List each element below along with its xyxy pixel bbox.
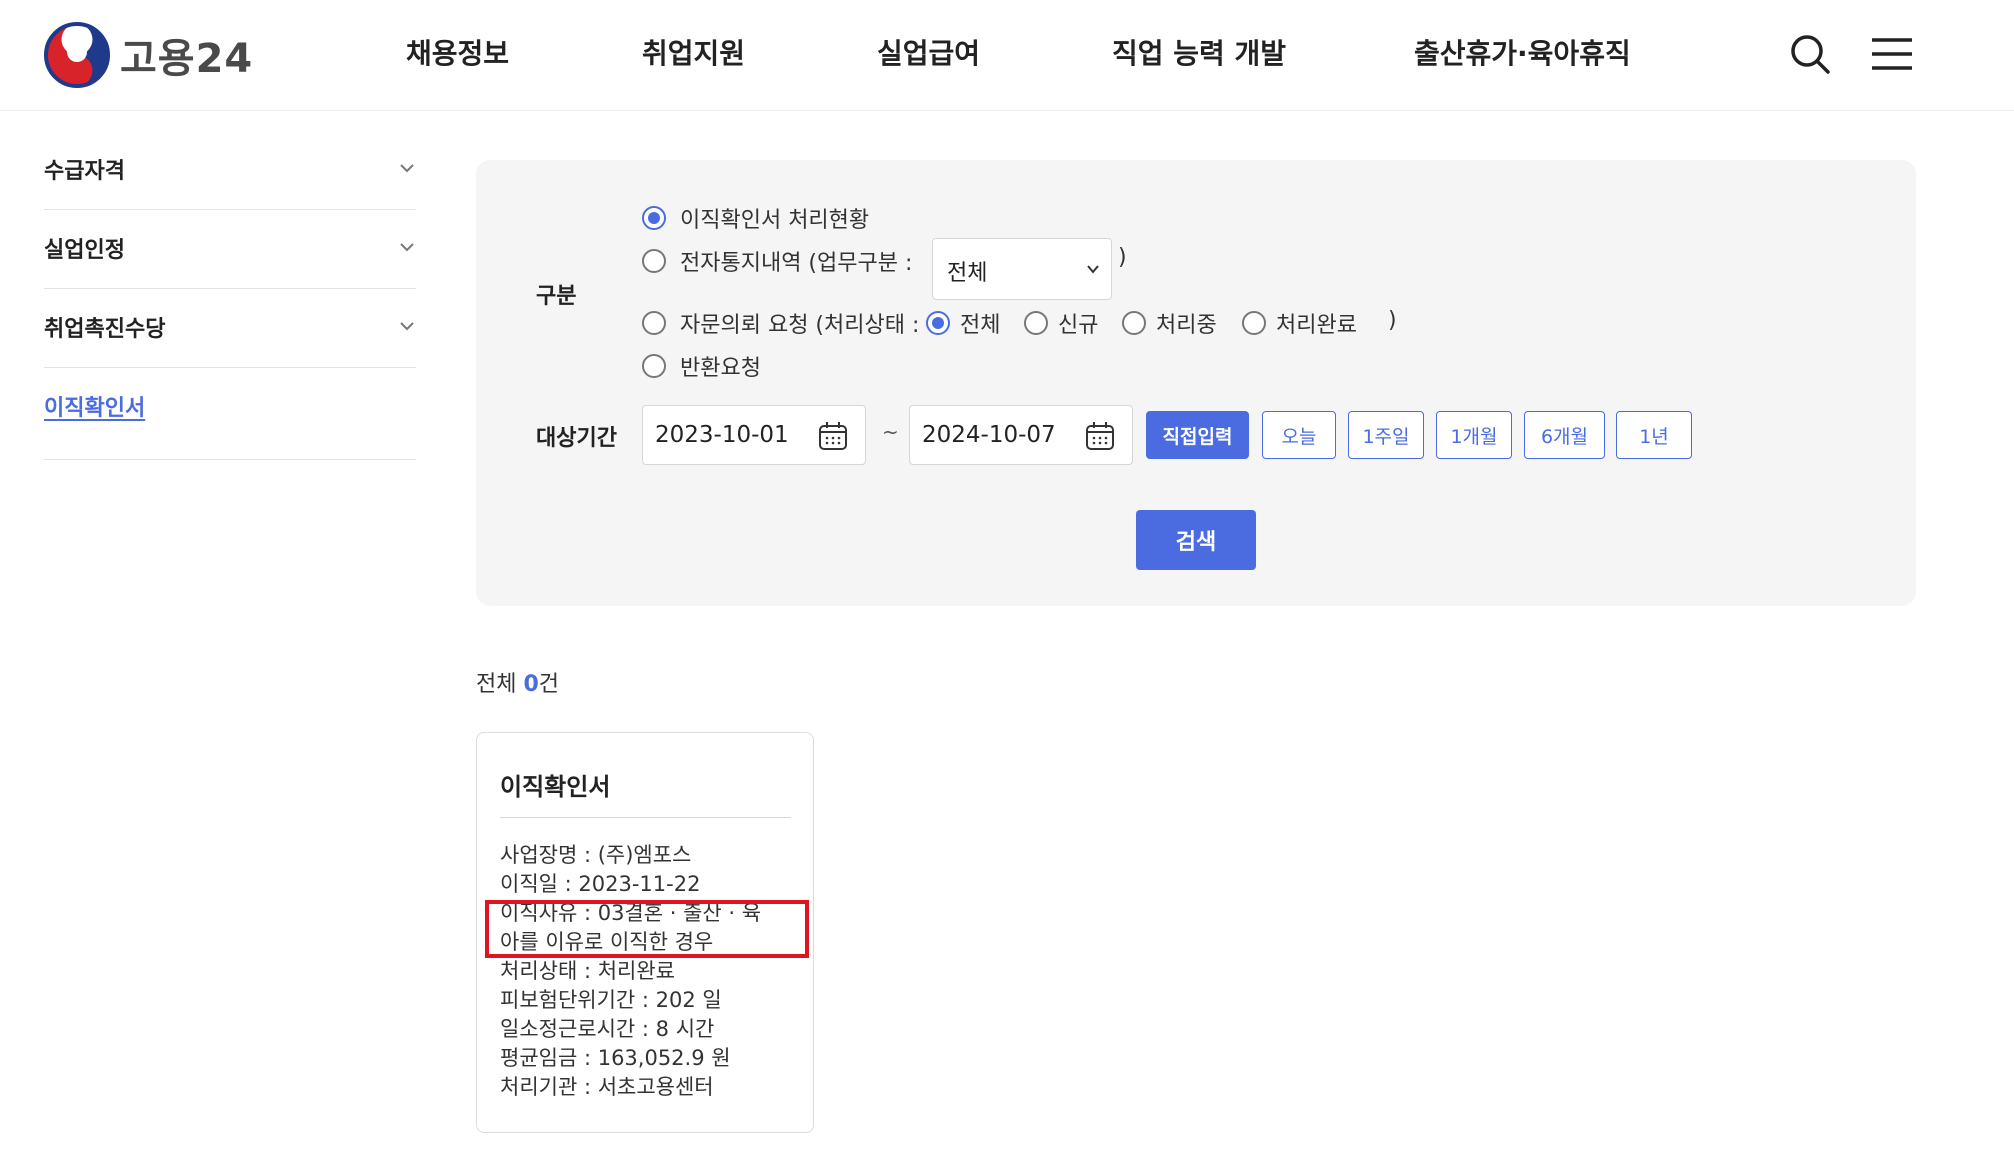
date-range-separator: ~ xyxy=(882,420,899,444)
card-title: 이직확인서 xyxy=(500,773,611,801)
sidebar-item-label: 수급자격 xyxy=(44,159,125,184)
radio-label: 처리완료 xyxy=(1276,313,1357,338)
period-button-6months[interactable]: 6개월 xyxy=(1524,411,1605,459)
nav-item-job-skills[interactable]: 직업 능력 개발 xyxy=(1112,32,1286,72)
card-line-average-wage: 평균임금 : 163,052.9 원 xyxy=(500,1046,731,1070)
status-radio-in-progress[interactable]: 처리중 xyxy=(1122,307,1217,339)
radio-button[interactable] xyxy=(642,249,666,273)
total-suffix: 건 xyxy=(538,672,560,697)
header: 고용24 채용정보 취업지원 실업급여 직업 능력 개발 출산휴가·육아휴직 xyxy=(0,0,2014,111)
logo[interactable]: 고용24 xyxy=(44,22,253,88)
chevron-down-icon xyxy=(400,243,414,252)
radio-button[interactable] xyxy=(642,311,666,335)
card-divider xyxy=(500,817,791,818)
search-button[interactable]: 검색 xyxy=(1136,510,1256,570)
radio-return-request[interactable]: 반환요청 xyxy=(642,350,761,382)
calendar-icon[interactable] xyxy=(817,420,849,452)
radio-notice-history[interactable]: 전자통지내역 (업무구분 : xyxy=(642,245,912,277)
government-emblem-icon xyxy=(44,22,110,88)
nav-item-jobs[interactable]: 채용정보 xyxy=(406,32,509,72)
card-line-processing-status: 처리상태 : 처리완료 xyxy=(500,959,675,983)
date-value: 2024-10-07 xyxy=(922,422,1056,448)
chevron-down-icon xyxy=(400,322,414,331)
period-button-1week[interactable]: 1주일 xyxy=(1348,411,1424,459)
nav-item-unemployment-benefits[interactable]: 실업급여 xyxy=(877,32,980,72)
total-count: 0 xyxy=(523,672,539,697)
radio-button[interactable] xyxy=(926,311,950,335)
sidebar-item-unemployment-recognition[interactable]: 실업인정 xyxy=(44,210,416,289)
radio-label: 신규 xyxy=(1058,313,1099,338)
end-date-input[interactable]: 2024-10-07 xyxy=(909,405,1133,465)
select-value: 전체 xyxy=(947,261,988,286)
radio-button[interactable] xyxy=(642,354,666,378)
logo-text: 고용24 xyxy=(120,36,254,82)
status-radio-completed[interactable]: 처리완료 xyxy=(1242,307,1357,339)
radio-button[interactable] xyxy=(642,206,666,230)
radio-advisory-request[interactable]: 자문의뢰 요청 (처리상태 : xyxy=(642,307,919,339)
start-date-input[interactable]: 2023-10-01 xyxy=(642,405,866,465)
sidebar-item-label: 실업인정 xyxy=(44,238,125,263)
sidebar-item-label: 이직확인서 xyxy=(44,396,146,421)
card-line-daily-work-hours: 일소정근로시간 : 8 시간 xyxy=(500,1017,715,1041)
period-button-1month[interactable]: 1개월 xyxy=(1436,411,1512,459)
sidebar-item-separation-certificate[interactable]: 이직확인서 xyxy=(44,368,416,460)
close-paren: ) xyxy=(1388,308,1397,333)
radio-label: 이직확인서 처리현황 xyxy=(680,208,870,233)
sidebar-item-eligibility[interactable]: 수급자격 xyxy=(44,131,416,210)
calendar-icon[interactable] xyxy=(1084,420,1116,452)
radio-label: 반환요청 xyxy=(680,356,761,381)
radio-button[interactable] xyxy=(1242,311,1266,335)
card-line-separation-date: 이직일 : 2023-11-22 xyxy=(500,872,701,896)
period-label: 대상기간 xyxy=(536,426,617,451)
radio-processing-status[interactable]: 이직확인서 처리현황 xyxy=(642,202,869,234)
radio-button[interactable] xyxy=(1024,311,1048,335)
card-line-processing-office: 처리기관 : 서초고용센터 xyxy=(500,1075,714,1099)
card-line-business-name: 사업장명 : (주)엠포스 xyxy=(500,843,692,867)
card-details: 사업장명 : (주)엠포스 이직일 : 2023-11-22 이직사유 : 03… xyxy=(500,841,800,1102)
total-count-label: 전체 0건 xyxy=(476,666,559,698)
nav-item-employment-support[interactable]: 취업지원 xyxy=(642,32,745,72)
radio-label: 전자통지내역 (업무구분 : xyxy=(680,251,913,276)
period-button-1year[interactable]: 1년 xyxy=(1616,411,1692,459)
card-line-insured-period: 피보험단위기간 : 202 일 xyxy=(500,988,722,1012)
period-button-today[interactable]: 오늘 xyxy=(1262,411,1336,459)
business-type-select[interactable]: 전체 xyxy=(932,238,1112,300)
status-radio-new[interactable]: 신규 xyxy=(1024,307,1098,339)
radio-button[interactable] xyxy=(1122,311,1146,335)
menu-icon[interactable] xyxy=(1870,32,1914,76)
nav-item-parental-leave[interactable]: 출산휴가·육아휴직 xyxy=(1414,32,1631,72)
sidebar-item-label: 취업촉진수당 xyxy=(44,317,166,342)
radio-label: 자문의뢰 요청 (처리상태 : xyxy=(680,313,920,338)
sidebar-item-employment-promotion[interactable]: 취업촉진수당 xyxy=(44,289,416,368)
search-icon[interactable] xyxy=(1788,32,1832,76)
total-prefix: 전체 xyxy=(476,672,524,697)
highlight-box xyxy=(485,900,809,958)
status-radio-all[interactable]: 전체 xyxy=(926,307,1000,339)
date-value: 2023-10-01 xyxy=(655,422,789,448)
radio-label: 처리중 xyxy=(1156,313,1217,338)
close-paren: ) xyxy=(1118,245,1127,270)
period-button-custom[interactable]: 직접입력 xyxy=(1146,411,1249,459)
category-label: 구분 xyxy=(536,284,577,309)
radio-label: 전체 xyxy=(960,313,1001,338)
chevron-down-icon xyxy=(400,164,414,173)
chevron-down-icon xyxy=(1087,265,1099,274)
